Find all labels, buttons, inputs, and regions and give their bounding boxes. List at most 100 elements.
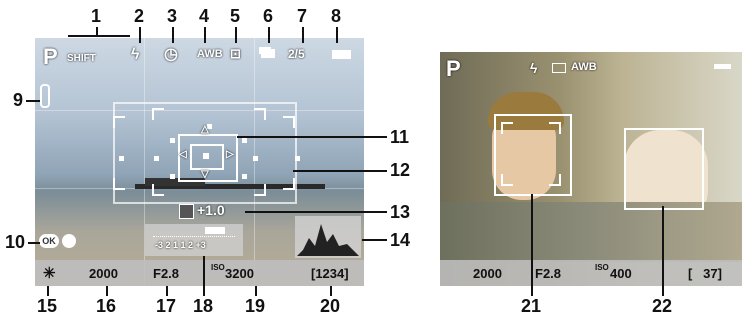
- callout-16: 16: [96, 296, 117, 316]
- callout-7: 7: [297, 6, 308, 26]
- leader-line: [68, 35, 130, 37]
- face-detect-icon: ⊡: [230, 46, 241, 61]
- callout-21: 21: [521, 296, 542, 316]
- callout-11: 11: [390, 127, 410, 147]
- callout-5: 5: [230, 6, 241, 26]
- callout-4: 4: [199, 6, 210, 26]
- leader-line: [662, 206, 664, 296]
- exposure-mode-label: P: [446, 56, 461, 81]
- af-point: [154, 156, 159, 161]
- callout-18: 18: [193, 296, 214, 316]
- white-balance-label: AWB: [197, 48, 223, 60]
- face-bracket: [549, 122, 561, 134]
- reset-icon: [62, 234, 76, 248]
- af-right-arrow-icon: ▷: [226, 149, 234, 160]
- callout-22: 22: [652, 296, 673, 316]
- leader-line: [336, 27, 338, 43]
- leader-line: [166, 286, 168, 296]
- af-bracket: [152, 108, 164, 120]
- flash-icon: ϟ: [131, 46, 140, 63]
- af-bracket: [254, 108, 266, 120]
- program-shift-label: SHIFT: [67, 53, 96, 64]
- af-bracket: [113, 116, 125, 128]
- af-point: [242, 138, 247, 143]
- callout-13: 13: [390, 202, 411, 222]
- leader-line: [26, 100, 40, 102]
- callout-19: 19: [245, 296, 266, 316]
- exposure-comp-icon: [179, 204, 194, 219]
- af-bracket: [254, 184, 266, 196]
- battery-icon: [332, 50, 351, 59]
- af-bracket: [283, 116, 295, 128]
- leader-line: [47, 286, 49, 296]
- callout-15: 15: [37, 296, 58, 316]
- live-view-screen-face-detect: P ϟ AWB 2000 F2.8 ISO 400 [ 37]: [440, 52, 742, 286]
- aperture-value: F2.8: [153, 266, 180, 281]
- live-view-screen-main: P SHIFT ϟ ◷ AWB ⊡ 2/5 △ ▽ ◁ ▷ +1.0 OK -3…: [35, 38, 364, 286]
- callout-3: 3: [167, 6, 178, 26]
- aperture-value: F2.8: [535, 266, 562, 281]
- leader-line: [96, 27, 98, 36]
- af-point: [119, 156, 124, 161]
- shutter-speed: 2000: [89, 266, 118, 281]
- ok-button-icon: OK: [39, 234, 59, 248]
- af-point: [170, 138, 175, 143]
- leader-line: [302, 27, 304, 43]
- callout-6: 6: [263, 6, 274, 26]
- leader-line: [330, 286, 332, 296]
- leader-line: [245, 211, 387, 213]
- thermometer-icon: [40, 84, 50, 108]
- callout-20: 20: [320, 296, 341, 316]
- leader-line: [172, 27, 174, 43]
- scale-indicator: [205, 227, 225, 234]
- af-bracket: [152, 184, 164, 196]
- exposure-mode-label: P: [43, 44, 58, 69]
- leader-line: [28, 242, 40, 244]
- leader-line: [106, 286, 108, 296]
- white-balance-label: AWB: [571, 61, 597, 73]
- af-left-arrow-icon: ◁: [179, 149, 187, 160]
- af-center-point: [203, 153, 209, 159]
- af-point: [242, 174, 247, 179]
- af-down-arrow-icon: ▽: [201, 169, 209, 180]
- leader-line: [293, 170, 387, 172]
- af-bracket: [283, 178, 295, 190]
- exposure-scale: -3 2 1 1 2 +3: [145, 224, 243, 256]
- metering-icon: ✳: [43, 265, 56, 282]
- leader-line: [268, 27, 270, 43]
- callout-2: 2: [134, 6, 145, 26]
- callout-14: 14: [390, 230, 411, 250]
- shots-remaining: [1234]: [311, 266, 349, 281]
- drive-mode-icon: [552, 63, 566, 73]
- iso-prefix: ISO: [595, 263, 609, 272]
- callout-10: 10: [5, 232, 26, 252]
- af-point: [253, 156, 258, 161]
- callout-1: 1: [91, 6, 102, 26]
- leader-line: [531, 194, 533, 296]
- self-timer-icon: ◷: [164, 46, 178, 63]
- leader-line: [203, 256, 205, 296]
- leader-line: [255, 286, 257, 296]
- af-bracket: [113, 178, 125, 190]
- face-frame-secondary: [624, 128, 704, 210]
- shutter-speed: 2000: [473, 266, 502, 281]
- exposure-comp-value: +1.0: [197, 202, 225, 218]
- drive-counter: 2/5: [288, 47, 305, 61]
- iso-value: 400: [610, 266, 632, 281]
- drive-mode-icon: [261, 49, 275, 58]
- leader-line: [204, 27, 206, 43]
- leader-line: [139, 27, 141, 43]
- foreground: [440, 202, 742, 262]
- iso-prefix: ISO: [211, 263, 225, 272]
- scale-labels: -3 2 1 1 2 +3: [155, 240, 206, 250]
- callout-17: 17: [156, 296, 177, 316]
- face-bracket: [549, 174, 561, 186]
- shots-remaining: [ 37]: [688, 266, 722, 281]
- af-point: [295, 156, 300, 161]
- iso-value: 3200: [225, 266, 254, 281]
- callout-9: 9: [13, 90, 24, 110]
- callout-12: 12: [390, 160, 411, 180]
- flash-icon: ϟ: [530, 60, 538, 76]
- leader-line: [362, 239, 387, 241]
- af-up-arrow-icon: △: [201, 124, 209, 135]
